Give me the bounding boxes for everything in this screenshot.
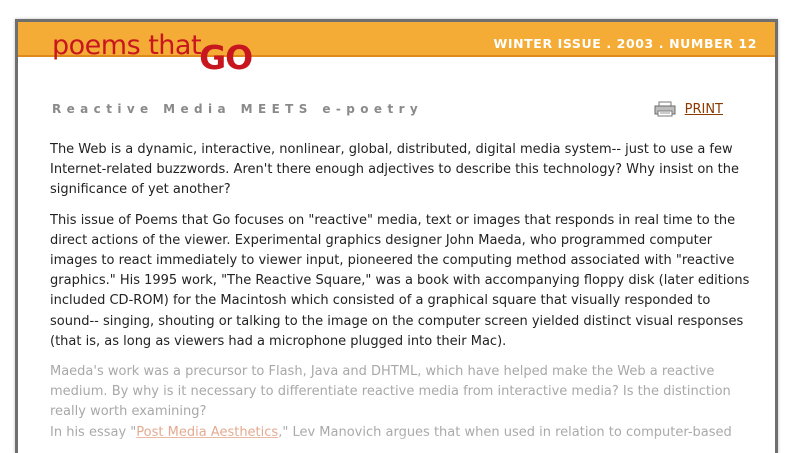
paragraph-2: This issue of Poems that Go focuses on "… xyxy=(50,212,750,349)
logo-big-text: GO xyxy=(199,38,253,77)
paragraph-4-start: In his essay " xyxy=(50,424,137,440)
print-link[interactable]: PRINT xyxy=(685,102,723,117)
site-logo[interactable]: poems thatGO xyxy=(52,28,253,78)
post-media-aesthetics-link[interactable]: Post Media Aesthetics xyxy=(136,425,278,440)
paragraph-4-end: ," Lev Manovich argues that when used in… xyxy=(278,424,732,440)
paragraph-1: The Web is a dynamic, interactive, nonli… xyxy=(50,142,739,198)
printer-icon[interactable] xyxy=(654,101,676,117)
article-subtitle: Reactive Media MEETS e-poetry xyxy=(52,102,424,116)
page-frame: WINTER ISSUE . 2003 . NUMBER 12 poems th… xyxy=(15,19,778,453)
issue-label: WINTER ISSUE . 2003 . NUMBER 12 xyxy=(493,36,757,51)
logo-small-text: poems that xyxy=(52,30,202,61)
print-control[interactable]: PRINT xyxy=(654,101,723,117)
paragraph-4: In his essay "Post Media Aesthetics," Le… xyxy=(50,423,750,443)
article-body: The Web is a dynamic, interactive, nonli… xyxy=(50,140,750,443)
paragraph-3: Maeda's work was a precursor to Flash, J… xyxy=(50,364,731,420)
